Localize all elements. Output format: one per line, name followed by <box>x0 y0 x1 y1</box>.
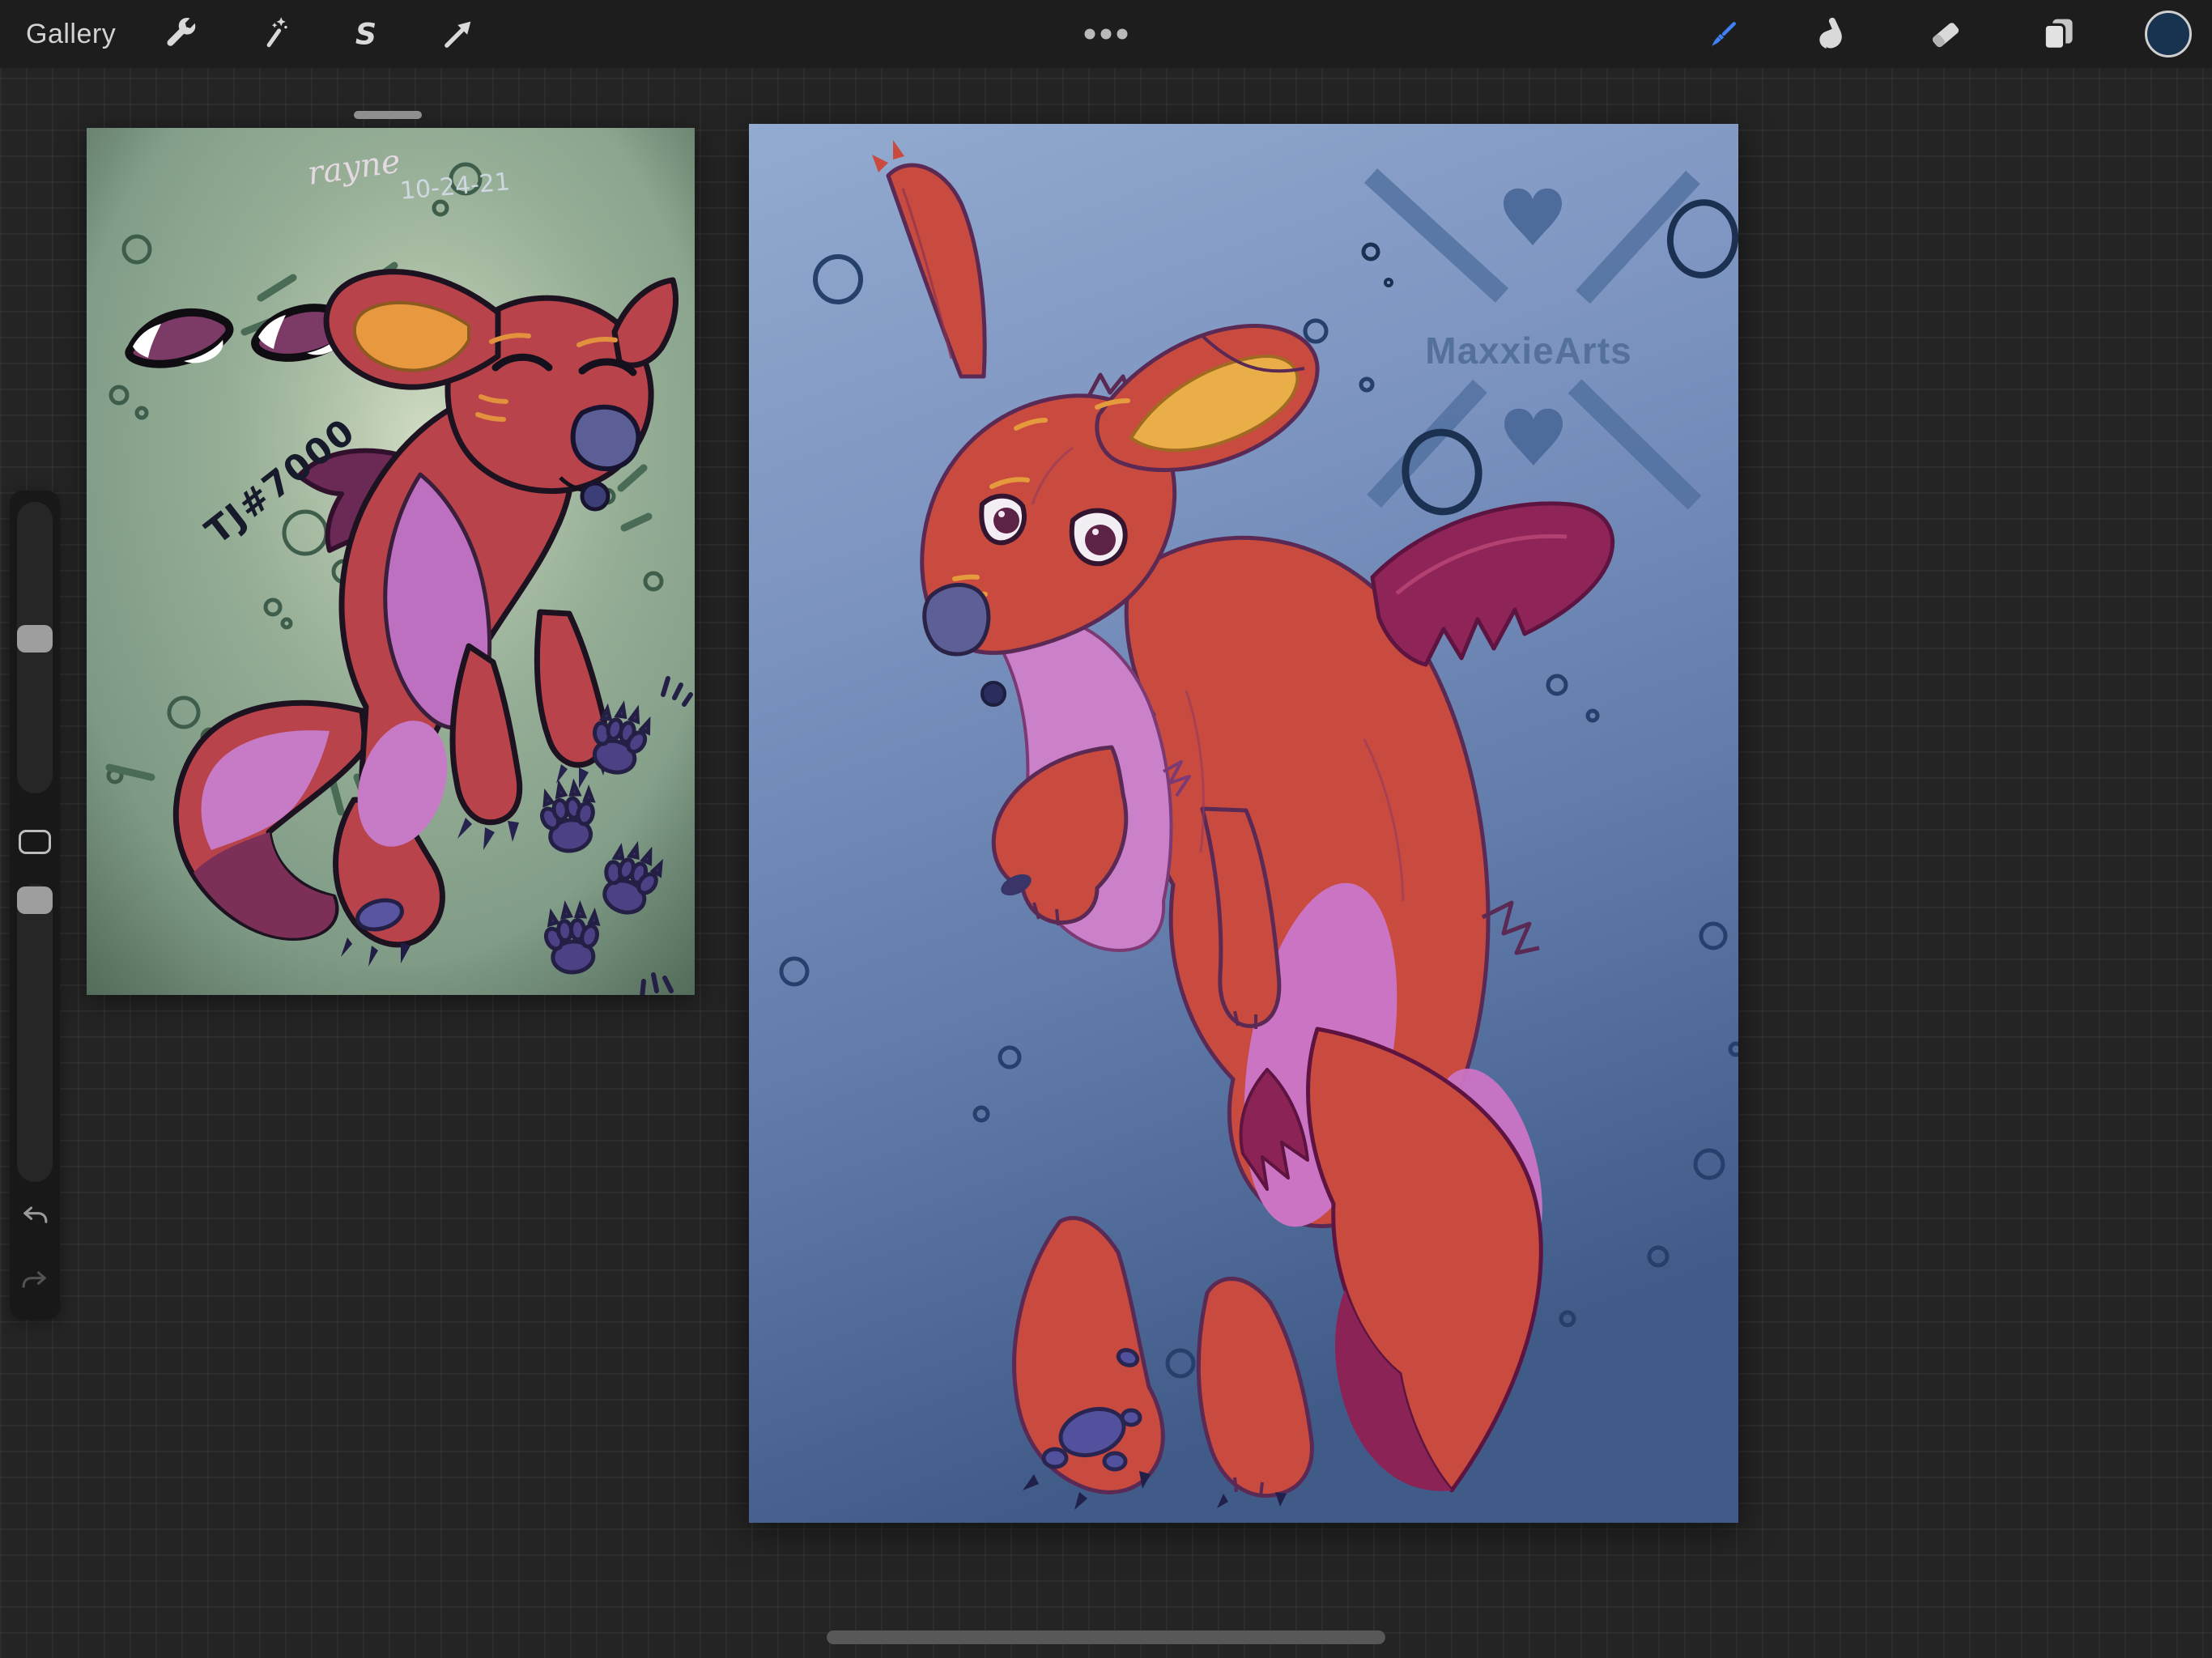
wrench-icon <box>162 15 199 53</box>
svg-text:S: S <box>355 17 376 52</box>
home-indicator[interactable] <box>827 1630 1385 1644</box>
active-color-swatch[interactable] <box>2145 11 2192 57</box>
transform-arrow-icon <box>440 15 477 53</box>
canvas-options-button[interactable] <box>1080 0 1132 68</box>
undo-button[interactable] <box>19 1200 51 1232</box>
brush-opacity-handle[interactable] <box>17 886 53 914</box>
brush-size-handle[interactable] <box>17 625 53 653</box>
adjustments-button[interactable] <box>248 0 300 68</box>
smudge-tool-button[interactable] <box>1806 0 1858 68</box>
eraser-tool-button[interactable] <box>1919 0 1971 68</box>
reference-window-drag-handle[interactable] <box>354 111 422 119</box>
gallery-button[interactable]: Gallery <box>26 0 116 68</box>
layers-button[interactable] <box>2032 0 2084 68</box>
selection-button[interactable]: S <box>340 0 392 68</box>
modify-button[interactable] <box>19 830 51 854</box>
layers-icon <box>2039 15 2078 53</box>
magic-wand-icon <box>255 15 292 53</box>
brush-opacity-slider[interactable] <box>17 884 53 1182</box>
main-canvas[interactable]: MaxxieArts <box>749 124 1738 1523</box>
brush-size-slider[interactable] <box>17 502 53 793</box>
nose <box>925 585 989 654</box>
eraser-icon <box>1925 15 1964 53</box>
smudge-finger-icon <box>1813 15 1852 53</box>
watermark-text: MaxxieArts <box>1425 329 1631 372</box>
transform-button[interactable] <box>432 0 484 68</box>
nose <box>573 407 639 469</box>
top-toolbar: Gallery <box>0 0 2212 68</box>
paint-brush-icon <box>1704 15 1743 53</box>
gallery-label: Gallery <box>26 19 116 50</box>
actions-button[interactable] <box>155 0 206 68</box>
redo-icon <box>19 1265 51 1297</box>
redo-button[interactable] <box>19 1265 51 1297</box>
paint-tool-button[interactable] <box>1698 0 1750 68</box>
selection-s-icon: S <box>347 15 385 53</box>
brush-controls-sidebar <box>10 491 60 1320</box>
undo-icon <box>19 1200 51 1232</box>
reference-window[interactable]: rayne 10-24-21 TJ#7000 <box>87 128 695 995</box>
reference-artwork: rayne 10-24-21 TJ#7000 <box>87 128 695 995</box>
procreate-workspace: Gallery <box>0 0 2212 1658</box>
main-artwork: MaxxieArts <box>749 124 1738 1523</box>
ellipsis-icon <box>1080 24 1132 44</box>
chin-orb <box>982 682 1005 705</box>
chin-orb <box>582 483 608 509</box>
